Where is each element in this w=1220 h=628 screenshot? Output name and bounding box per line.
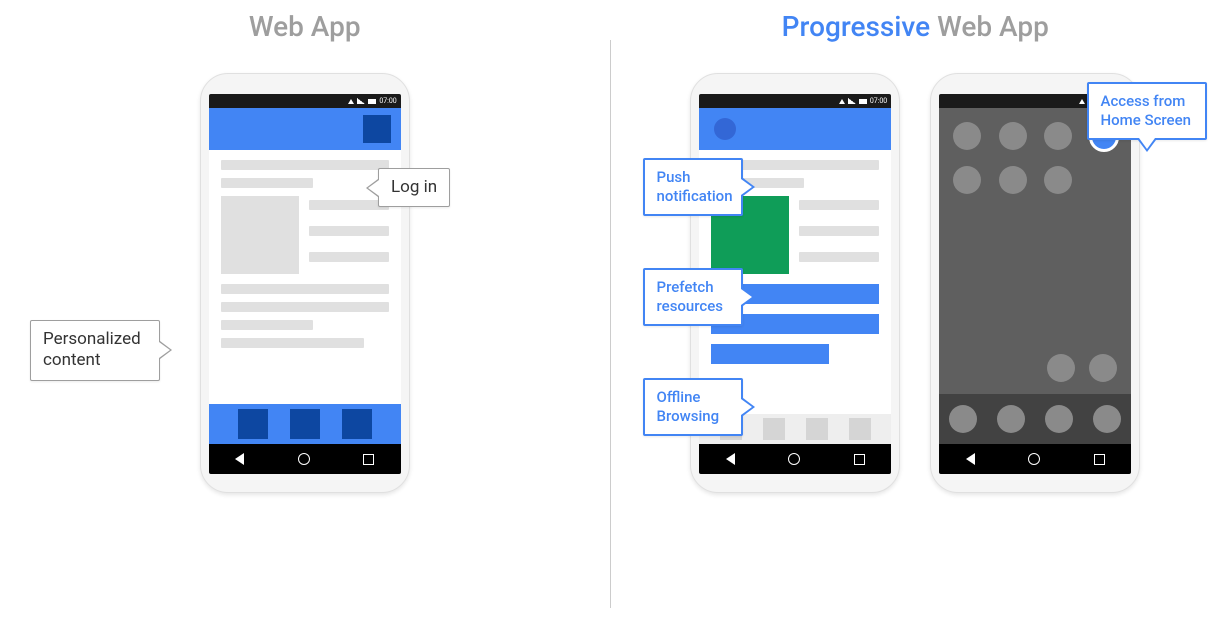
app-icon[interactable] bbox=[999, 122, 1027, 150]
status-time: 07:00 bbox=[379, 97, 396, 105]
callout-push: Push notification bbox=[643, 158, 743, 216]
diagram-root: Web App 07:00 bbox=[0, 0, 1220, 628]
text-placeholder bbox=[799, 226, 879, 236]
text-placeholder bbox=[309, 226, 389, 236]
home-screen-area bbox=[939, 108, 1131, 444]
bottom-nav bbox=[209, 404, 401, 444]
text-placeholder bbox=[799, 252, 879, 262]
wifi-icon bbox=[839, 99, 845, 104]
app-icon[interactable] bbox=[953, 166, 981, 194]
android-nav-bar bbox=[939, 444, 1131, 474]
tab-item[interactable] bbox=[806, 418, 828, 440]
nav-item[interactable] bbox=[290, 409, 320, 439]
text-placeholder bbox=[221, 160, 389, 170]
home-dock bbox=[939, 394, 1131, 444]
signal-icon bbox=[357, 98, 365, 104]
recent-icon[interactable] bbox=[1094, 454, 1105, 465]
app-icon[interactable] bbox=[999, 166, 1027, 194]
heading-pwa: Progressive Web App bbox=[611, 10, 1220, 43]
phone-web-app: 07:00 bbox=[200, 73, 410, 493]
status-time: 07:00 bbox=[870, 97, 887, 105]
heading-rest: Web App bbox=[930, 10, 1049, 43]
status-bar: 07:00 bbox=[699, 94, 891, 108]
app-bar bbox=[699, 108, 891, 150]
wifi-icon bbox=[1079, 99, 1085, 104]
home-icon[interactable] bbox=[298, 453, 310, 465]
battery-icon bbox=[859, 99, 867, 104]
image-placeholder bbox=[221, 196, 299, 274]
app-icon[interactable] bbox=[953, 122, 981, 150]
dock-app-icon[interactable] bbox=[997, 405, 1025, 433]
dock-app-icon[interactable] bbox=[949, 405, 977, 433]
status-bar: 07:00 bbox=[209, 94, 401, 108]
callout-offline: Offline Browsing bbox=[643, 378, 743, 436]
android-nav-bar bbox=[209, 444, 401, 474]
callout-prefetch: Prefetch resources bbox=[643, 268, 743, 326]
nav-item[interactable] bbox=[238, 409, 268, 439]
text-placeholder bbox=[221, 178, 313, 188]
app-bar bbox=[209, 108, 401, 150]
home-icon[interactable] bbox=[788, 453, 800, 465]
pwa-panel: Progressive Web App 07:00 bbox=[611, 0, 1220, 628]
heading-web-app: Web App bbox=[0, 10, 610, 43]
app-icon[interactable] bbox=[1044, 122, 1072, 150]
nav-item[interactable] bbox=[342, 409, 372, 439]
android-nav-bar bbox=[699, 444, 891, 474]
app-icon[interactable] bbox=[1089, 354, 1117, 382]
text-placeholder bbox=[221, 302, 389, 312]
dock-app-icon[interactable] bbox=[1045, 405, 1073, 433]
dock-app-icon[interactable] bbox=[1093, 405, 1121, 433]
login-avatar-icon[interactable] bbox=[363, 115, 391, 143]
web-app-panel: Web App 07:00 bbox=[0, 0, 610, 628]
text-placeholder bbox=[221, 338, 364, 348]
home-icon[interactable] bbox=[1028, 453, 1040, 465]
signal-icon bbox=[848, 98, 856, 104]
callout-homescreen: Access from Home Screen bbox=[1087, 82, 1207, 140]
app-icon[interactable] bbox=[1044, 166, 1072, 194]
text-placeholder bbox=[309, 252, 389, 262]
app-icon[interactable] bbox=[1047, 354, 1075, 382]
recent-icon[interactable] bbox=[854, 454, 865, 465]
text-placeholder bbox=[221, 320, 313, 330]
tab-item[interactable] bbox=[849, 418, 871, 440]
text-placeholder bbox=[221, 284, 389, 294]
back-icon[interactable] bbox=[726, 453, 735, 465]
text-placeholder bbox=[799, 200, 879, 210]
tab-item[interactable] bbox=[763, 418, 785, 440]
callout-personalized: Personalized content bbox=[30, 320, 160, 381]
wifi-icon bbox=[348, 99, 354, 104]
back-icon[interactable] bbox=[966, 453, 975, 465]
back-icon[interactable] bbox=[235, 453, 244, 465]
text-placeholder bbox=[309, 200, 389, 210]
offline-item[interactable] bbox=[711, 344, 829, 364]
recent-icon[interactable] bbox=[363, 454, 374, 465]
push-notification-icon[interactable] bbox=[714, 118, 736, 140]
battery-icon bbox=[368, 99, 376, 104]
callout-login: Log in bbox=[378, 168, 450, 207]
heading-accent: Progressive bbox=[782, 10, 930, 43]
